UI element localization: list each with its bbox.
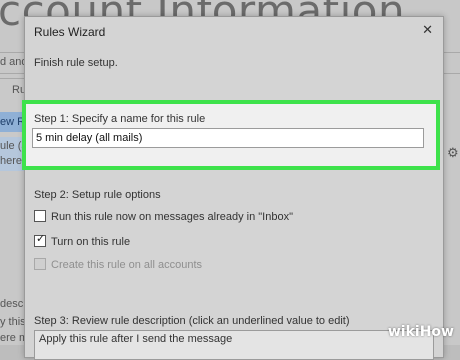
run-rule-now-label: Run this rule now on messages already in… — [51, 211, 293, 223]
all-accounts-checkbox — [34, 258, 46, 270]
turn-on-rule-option[interactable]: ✓ Turn on this rule — [34, 233, 131, 248]
watermark-how: How — [419, 324, 454, 340]
run-rule-now-checkbox[interactable] — [34, 210, 46, 222]
rule-description-text: Apply this rule after I send the message — [39, 333, 233, 345]
close-icon[interactable]: ✕ — [422, 22, 433, 38]
background-bottom-line: y this — [0, 316, 26, 328]
rule-description-box[interactable]: Apply this rule after I send the message — [34, 330, 434, 360]
checkmark-icon: ✓ — [36, 233, 46, 245]
step2-label: Step 2: Setup rule options — [34, 189, 161, 201]
turn-on-rule-label: Turn on this rule — [51, 236, 131, 248]
step1-highlight: Step 1: Specify a name for this rule — [22, 100, 440, 170]
step1-label: Step 1: Specify a name for this rule — [34, 113, 206, 125]
rules-wizard-dialog: Rules Wizard ✕ Finish rule setup. Step 1… — [22, 16, 444, 360]
dialog-subtitle: Finish rule setup. — [34, 57, 118, 69]
run-rule-now-option[interactable]: Run this rule now on messages already in… — [34, 210, 293, 223]
rule-name-input[interactable] — [32, 128, 424, 148]
background-tools-icon: ⚙ — [447, 145, 459, 160]
dialog-title: Rules Wizard — [34, 25, 106, 39]
turn-on-rule-checkbox[interactable]: ✓ — [34, 233, 46, 247]
all-accounts-option: Create this rule on all accounts — [34, 258, 202, 271]
all-accounts-label: Create this rule on all accounts — [51, 259, 203, 271]
wikihow-watermark: wikiHow — [388, 324, 454, 340]
step3-label: Step 3: Review rule description (click a… — [34, 315, 350, 327]
watermark-wiki: wiki — [387, 324, 420, 340]
